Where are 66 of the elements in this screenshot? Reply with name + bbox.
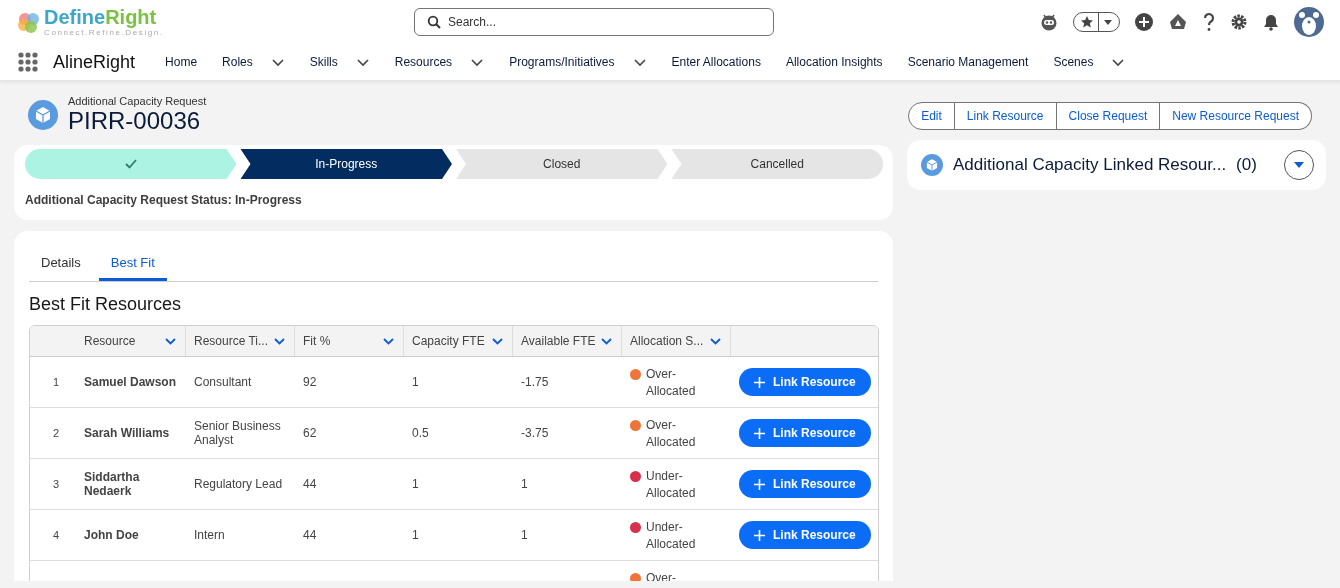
table-cell-text: Regulatory Lead: [193, 476, 284, 493]
nav-tab[interactable]: Allocation Insights: [785, 55, 883, 69]
table-cell-text: Senior Business Analyst: [193, 418, 282, 449]
column-header[interactable]: Capacity FTE: [404, 326, 513, 356]
column-header[interactable]: Allocation S...: [622, 326, 731, 356]
nav-tab[interactable]: Enter Allocations: [671, 55, 761, 69]
table-cell-text: 44: [302, 527, 318, 544]
table-cell-text: 92: [302, 374, 318, 391]
table-cell-text: John Doe: [83, 527, 140, 544]
path-step[interactable]: Cancelled: [671, 149, 883, 179]
table-cell-text: Siddartha Nedaerk: [83, 469, 141, 500]
row-number: 4: [51, 528, 61, 543]
table-cell-text: 1: [411, 527, 420, 544]
action-button[interactable]: Close Request: [1056, 102, 1161, 130]
search-field[interactable]: Search...: [414, 8, 774, 36]
nav-tab[interactable]: Resources: [394, 55, 453, 69]
path-step[interactable]: Closed: [456, 149, 668, 179]
table-cell-text: 62: [302, 425, 318, 442]
nav-tab[interactable]: Scenes: [1053, 55, 1094, 69]
status-label: Over-Allocated: [646, 366, 697, 400]
path-step[interactable]: In-Progress: [240, 149, 452, 179]
status-label: Under-Allocated: [646, 519, 697, 553]
link-resource-button[interactable]: Link Resource: [739, 368, 871, 396]
column-header[interactable]: Fit %: [295, 326, 404, 356]
link-resource-button[interactable]: Link Resource: [739, 521, 871, 549]
row-number: 3: [51, 477, 61, 492]
row-number: 2: [51, 426, 61, 441]
status-text: Additional Capacity Request Status: In-Progress: [25, 193, 303, 207]
table-cell-text: 1: [411, 476, 420, 493]
column-header[interactable]: Resource Ti...: [186, 326, 295, 356]
record-title: PIRR-00036: [68, 107, 202, 135]
table-cell-text: Sarah Williams: [83, 425, 171, 442]
table-cell-text: -3.75: [520, 425, 550, 442]
nav-tab[interactable]: Scenario Management: [907, 55, 1029, 69]
table-cell-text: 0.5: [411, 425, 430, 442]
record-type: Additional Capacity Request: [68, 95, 207, 107]
table-cell-text: -1.75: [520, 374, 550, 391]
nav-tab[interactable]: Home: [165, 55, 198, 69]
action-button[interactable]: Edit: [908, 102, 955, 130]
table-cell-text: 1: [411, 374, 420, 391]
nav-tab[interactable]: Programs/Initiatives: [509, 55, 615, 69]
status-label: Under-Allocated: [646, 468, 697, 502]
tab[interactable]: Details: [29, 247, 93, 281]
link-resource-button[interactable]: Link Resource: [739, 419, 871, 447]
table-cell-text: 44: [302, 476, 318, 493]
action-button[interactable]: Link Resource: [954, 102, 1057, 130]
table-cell-text: 1: [520, 527, 529, 544]
table-cell-text: Samuel Dawson: [83, 374, 178, 391]
action-button[interactable]: New Resource Request: [1160, 102, 1312, 130]
section-title: Best Fit Resources: [29, 294, 183, 315]
logo-wordmark: DefineRight: [44, 7, 158, 27]
logo-tagline: Connect.Refine.Design.: [44, 28, 164, 37]
nav-tab[interactable]: Roles: [222, 55, 253, 69]
related-list-title[interactable]: Additional Capacity Linked Resour...: [953, 155, 1227, 175]
related-count: (0): [1236, 155, 1257, 175]
link-resource-button[interactable]: Link Resource: [739, 470, 871, 498]
column-header[interactable]: Resource: [76, 326, 186, 356]
table-cell-text: 1: [520, 476, 529, 493]
status-label: Over-Allocated: [646, 417, 697, 451]
app-name: AlineRight: [53, 51, 136, 73]
table-cell-text: Consultant: [193, 374, 253, 391]
column-header[interactable]: Available FTE: [513, 326, 622, 356]
table-cell-text: Intern: [193, 527, 226, 544]
row-number: 1: [51, 375, 61, 390]
nav-tab[interactable]: Skills: [309, 55, 338, 69]
tab[interactable]: Best Fit: [98, 247, 167, 281]
